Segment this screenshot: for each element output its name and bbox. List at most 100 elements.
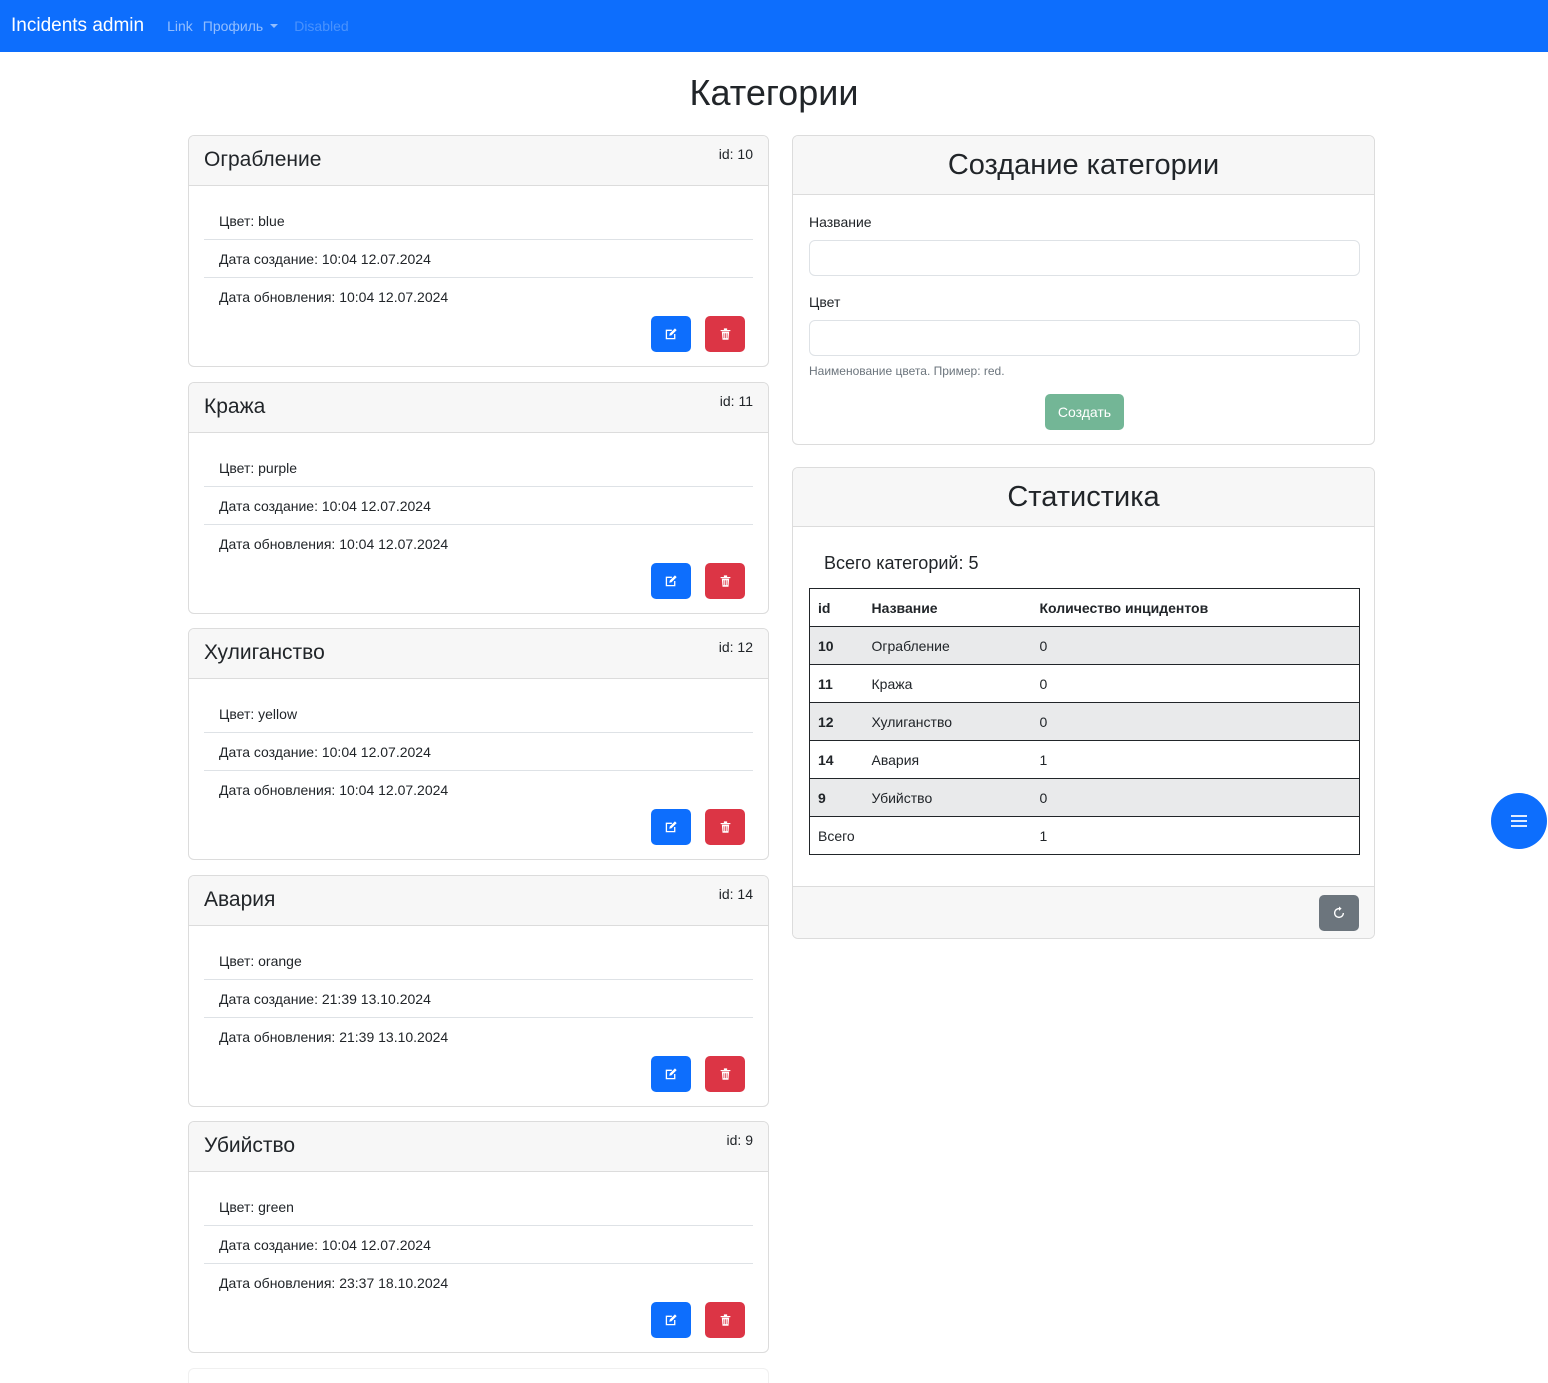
edit-icon: [665, 821, 677, 833]
brand-link[interactable]: Incidents admin: [11, 15, 144, 37]
edit-icon: [665, 575, 677, 587]
edit-button[interactable]: [651, 1302, 691, 1338]
category-card-header: Убийство id: 9: [189, 1122, 768, 1172]
category-id: id: 11: [719, 393, 753, 409]
category-card: Кража id: 11 Цвет: purple Дата создание:…: [188, 382, 769, 614]
cell-total-count: 1: [1031, 816, 1360, 855]
table-row: 12 Хулиганство 0: [809, 702, 1360, 741]
trash-icon: [720, 821, 730, 833]
category-updated: Дата обновления: 10:04 12.07.2024: [219, 289, 449, 305]
delete-button[interactable]: [705, 809, 745, 845]
category-updated: Дата обновления: 23:37 18.10.2024: [219, 1275, 449, 1291]
category-card: Хулиганство id: 12 Цвет: yellow Дата соз…: [188, 628, 769, 860]
category-color: Цвет: yellow: [204, 695, 753, 733]
edit-button[interactable]: [651, 316, 691, 352]
column-header-name: Название: [863, 588, 1032, 627]
create-category-card: Создание категории Название Цвет Наимено…: [792, 135, 1375, 445]
statistics-footer: [793, 886, 1374, 938]
cell-name: Кража: [863, 664, 1032, 703]
delete-button[interactable]: [705, 316, 745, 352]
category-id: id: 10: [718, 146, 753, 162]
delete-button[interactable]: [705, 1302, 745, 1338]
create-button[interactable]: Создать: [1045, 394, 1124, 430]
table-total-row: Всего 1: [809, 816, 1360, 855]
category-card: Ограбление id: 10 Цвет: blue Дата создан…: [188, 135, 769, 367]
category-card-partial: [188, 1368, 769, 1383]
cell-count: 0: [1031, 664, 1360, 703]
trash-icon: [720, 1068, 730, 1080]
trash-icon: [720, 328, 730, 340]
category-card-header: Авария id: 14: [189, 876, 768, 926]
category-details: Цвет: purple Дата создание: 10:04 12.07.…: [204, 449, 753, 563]
category-color: Цвет: blue: [204, 202, 753, 240]
category-id: id: 14: [718, 886, 753, 902]
category-color: Цвет: green: [204, 1188, 753, 1226]
cell-name: Убийство: [863, 778, 1032, 817]
navbar: Incidents admin Link Профиль Disabled: [0, 0, 1548, 52]
cell-id: 11: [809, 664, 864, 703]
category-title: Кража: [204, 395, 266, 418]
category-updated: Дата обновления: 10:04 12.07.2024: [219, 782, 449, 798]
create-category-title: Создание категории: [793, 136, 1374, 195]
color-input[interactable]: [809, 320, 1360, 356]
category-created: Дата создание: 10:04 12.07.2024: [204, 733, 753, 771]
cell-total-label: Всего: [809, 816, 864, 855]
name-label: Название: [809, 214, 872, 230]
edit-icon: [665, 1314, 677, 1326]
category-details: Цвет: blue Дата создание: 10:04 12.07.20…: [204, 202, 753, 316]
edit-button[interactable]: [651, 1056, 691, 1092]
column-header-id: id: [809, 588, 864, 627]
category-created: Дата создание: 10:04 12.07.2024: [204, 240, 753, 278]
cell-id: 10: [809, 626, 864, 665]
statistics-card: Статистика Всего категорий: 5 id Названи…: [792, 467, 1375, 939]
category-title: Хулиганство: [204, 641, 325, 664]
edit-button[interactable]: [651, 809, 691, 845]
cell-count: 0: [1031, 778, 1360, 817]
trash-icon: [720, 1314, 730, 1326]
nav-profile-label: Профиль: [202, 18, 264, 34]
category-details: Цвет: green Дата создание: 10:04 12.07.2…: [204, 1188, 753, 1302]
category-updated: Дата обновления: 10:04 12.07.2024: [219, 536, 449, 552]
table-row: 14 Авария 1: [809, 740, 1360, 779]
cell-id: 14: [809, 740, 864, 779]
cell-name: Авария: [863, 740, 1032, 779]
table-row: 10 Ограбление 0: [809, 626, 1360, 665]
category-card-header: Ограбление id: 10: [189, 136, 768, 186]
cell-count: 0: [1031, 626, 1360, 665]
chevron-down-icon: [270, 24, 279, 28]
refresh-button[interactable]: [1319, 895, 1359, 931]
cell-name: Ограбление: [863, 626, 1032, 665]
table-row: 9 Убийство 0: [809, 778, 1360, 817]
edit-button[interactable]: [651, 563, 691, 599]
table-header-row: id Название Количество инцидентов: [809, 588, 1360, 627]
floating-menu-button[interactable]: [1491, 793, 1547, 849]
cell-id: 12: [809, 702, 864, 741]
nav-link[interactable]: Link: [167, 18, 193, 34]
cell-empty: [863, 816, 1032, 855]
category-color: Цвет: orange: [204, 942, 753, 980]
table-row: 11 Кража 0: [809, 664, 1360, 703]
refresh-icon: [1333, 906, 1345, 919]
category-created: Дата создание: 21:39 13.10.2024: [204, 980, 753, 1018]
delete-button[interactable]: [705, 1056, 745, 1092]
statistics-title: Статистика: [793, 468, 1374, 527]
category-created: Дата создание: 10:04 12.07.2024: [204, 487, 753, 525]
category-card: Убийство id: 9 Цвет: green Дата создание…: [188, 1121, 769, 1353]
edit-icon: [665, 1068, 677, 1080]
category-card: Авария id: 14 Цвет: orange Дата создание…: [188, 875, 769, 1107]
delete-button[interactable]: [705, 563, 745, 599]
total-categories: Всего категорий: 5: [824, 553, 979, 573]
menu-icon: [1511, 815, 1527, 827]
category-card-header: Кража id: 11: [189, 383, 768, 433]
category-id: id: 12: [718, 639, 753, 655]
nav-disabled-link: Disabled: [294, 18, 349, 34]
nav-profile-dropdown[interactable]: Профиль: [202, 18, 279, 34]
cell-name: Хулиганство: [863, 702, 1032, 741]
page-title: Категории: [689, 72, 859, 113]
category-card-header: Хулиганство id: 12: [189, 629, 768, 679]
color-hint: Наименование цвета. Пример: red.: [809, 364, 1005, 378]
name-input[interactable]: [809, 240, 1360, 276]
column-header-count: Количество инцидентов: [1031, 588, 1360, 627]
category-title: Ограбление: [204, 148, 322, 171]
color-label: Цвет: [809, 294, 841, 310]
